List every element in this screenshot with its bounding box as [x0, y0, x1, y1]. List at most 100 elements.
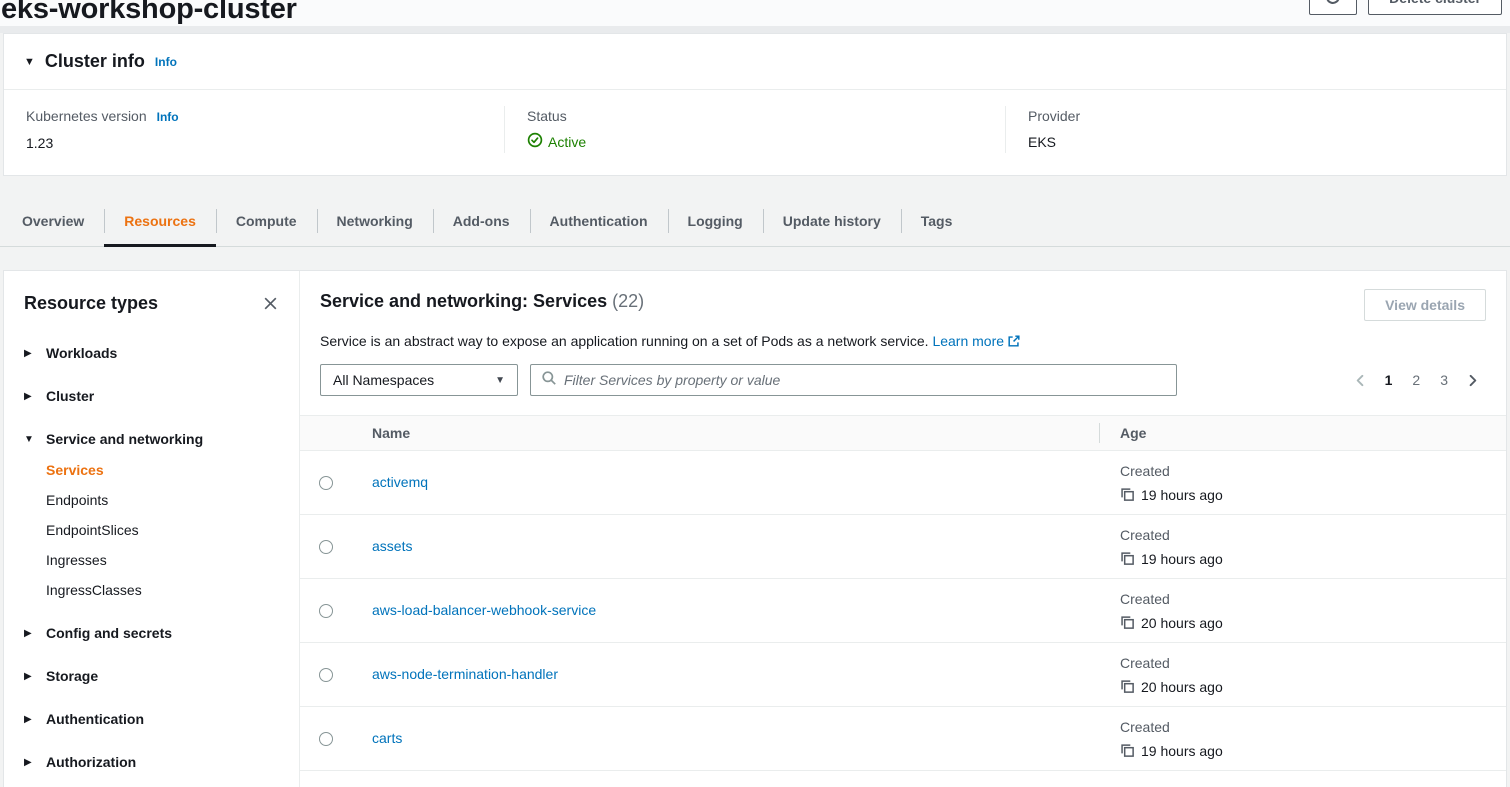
sidebar-group-config-and-secrets: ▶Config and secrets — [24, 623, 279, 643]
row-radio[interactable] — [319, 476, 333, 490]
row-radio[interactable] — [319, 732, 333, 746]
tab-logging[interactable]: Logging — [668, 196, 763, 246]
service-link-assets[interactable]: assets — [372, 538, 412, 554]
sidebar-group-cluster: ▶ Cluster — [24, 386, 279, 406]
triangle-right-icon: ▶ — [24, 757, 34, 768]
tab-resources[interactable]: Resources — [104, 196, 216, 246]
triangle-down-icon: ▼ — [24, 434, 34, 445]
sidebar-group-toggle-service-and-networking[interactable]: ▼Service and networking — [24, 429, 279, 449]
row-radio[interactable] — [319, 540, 333, 554]
created-label: Created — [1120, 717, 1506, 737]
field-kubernetes-version: Kubernetes version Info 1.23 — [4, 106, 504, 153]
triangle-right-icon: ▶ — [24, 391, 34, 402]
sidebar-group-toggle-workloads[interactable]: ▶Workloads — [24, 343, 279, 363]
service-link-carts[interactable]: carts — [372, 730, 402, 746]
sidebar-item-endpoints[interactable]: Endpoints — [46, 490, 279, 510]
tab-networking[interactable]: Networking — [317, 196, 433, 246]
chevron-down-icon: ▼ — [495, 375, 505, 386]
search-input[interactable] — [564, 372, 1166, 388]
sidebar-group-storage: ▶Storage — [24, 666, 279, 686]
kubernetes-version-info-link[interactable]: Info — [157, 107, 179, 127]
tab-compute[interactable]: Compute — [216, 196, 317, 246]
tab-tags[interactable]: Tags — [901, 196, 973, 246]
page-title: eks-workshop-cluster — [0, 0, 1510, 26]
cluster-info-header[interactable]: ▼ Cluster info Info — [4, 34, 1506, 90]
namespace-select[interactable]: All Namespaces ▼ — [320, 364, 518, 396]
row-radio[interactable] — [319, 604, 333, 618]
table-row: aws-node-termination-handler Created 20 ho… — [300, 643, 1506, 707]
created-label: Created — [1120, 461, 1506, 481]
page-3[interactable]: 3 — [1433, 370, 1455, 390]
row-radio-cell — [300, 476, 352, 490]
sidebar-group-toggle-authorization[interactable]: ▶Authorization — [24, 752, 279, 772]
cluster-info-info-link[interactable]: Info — [155, 55, 177, 69]
cluster-info-title: Cluster info — [45, 51, 145, 72]
page-1[interactable]: 1 — [1378, 370, 1400, 390]
row-name-cell: assets — [352, 538, 1120, 556]
table-row: assetsCreated19 hours ago — [300, 515, 1506, 579]
sidebar-item-ingresses[interactable]: Ingresses — [46, 550, 279, 570]
sidebar-item-services[interactable]: Services — [46, 460, 279, 480]
sidebar-group-toggle-authentication[interactable]: ▶Authentication — [24, 709, 279, 729]
learn-more-link[interactable]: Learn more — [932, 333, 1021, 349]
service-link-aws-node-termination-handler[interactable]: aws-node-termination-handler — [372, 666, 558, 682]
sidebar-item-ingressclasses[interactable]: IngressClasses — [46, 580, 279, 600]
namespace-select-value: All Namespaces — [333, 372, 434, 388]
tab-overview[interactable]: Overview — [2, 196, 104, 246]
cluster-info-card: ▼ Cluster info Info Kubernetes version I… — [3, 33, 1507, 176]
resources-panel: Resource types ▶Workloads▶Cluster▼Servic… — [3, 270, 1507, 787]
provider-label: Provider — [1028, 106, 1080, 126]
page-2[interactable]: 2 — [1405, 370, 1427, 390]
delete-cluster-button[interactable]: Delete cluster — [1368, 0, 1502, 15]
services-main-panel: Service and networking: Services (22) Vi… — [300, 271, 1506, 787]
sidebar-group-toggle-cluster[interactable]: ▶ Cluster — [24, 386, 279, 406]
close-icon[interactable] — [262, 295, 279, 312]
tab-add-ons[interactable]: Add-ons — [433, 196, 530, 246]
row-radio-cell — [300, 668, 352, 682]
services-table-header: Name Age — [300, 415, 1506, 451]
sidebar-group-workloads: ▶Workloads — [24, 343, 279, 363]
age-value: 19 hours ago — [1120, 549, 1506, 569]
next-page-icon[interactable] — [1461, 371, 1484, 390]
age-value: 19 hours ago — [1120, 485, 1506, 505]
age-value: 20 hours ago — [1120, 677, 1506, 697]
sidebar-group-label: Cluster — [46, 386, 94, 406]
table-row: Created — [300, 771, 1506, 787]
row-radio-cell — [300, 604, 352, 618]
header-divider — [0, 26, 1510, 33]
tab-update-history[interactable]: Update history — [763, 196, 901, 246]
services-table-body: activemqCreated19 hours agoassetsCreated… — [300, 451, 1506, 787]
sidebar-group-label: Storage — [46, 666, 98, 686]
search-box[interactable] — [530, 364, 1177, 396]
service-link-activemq[interactable]: activemq — [372, 474, 428, 490]
sidebar-group-toggle-storage[interactable]: ▶Storage — [24, 666, 279, 686]
collapse-triangle-icon[interactable]: ▼ — [24, 56, 35, 68]
filter-row: All Namespaces ▼ 123 — [320, 364, 1486, 396]
status-label: Status — [527, 106, 567, 126]
kubernetes-version-value: 1.23 — [26, 133, 482, 153]
sidebar-item-endpointslices[interactable]: EndpointSlices — [46, 520, 279, 540]
header-actions: Delete cluster — [1309, 0, 1502, 15]
search-icon — [541, 370, 557, 391]
eks-cluster-page: eks-workshop-cluster Delete cluster ▼ Cl… — [0, 0, 1510, 787]
view-details-button[interactable]: View details — [1364, 289, 1486, 321]
refresh-button[interactable] — [1309, 0, 1357, 15]
age-text: 19 hours ago — [1141, 741, 1223, 761]
triangle-right-icon: ▶ — [24, 714, 34, 725]
status-value: Active — [548, 134, 586, 150]
pagination: 123 — [1349, 370, 1486, 390]
sidebar-group-toggle-config-and-secrets[interactable]: ▶Config and secrets — [24, 623, 279, 643]
field-status: Status Active — [504, 106, 1005, 153]
external-link-icon — [1007, 334, 1021, 348]
column-header-name: Name — [352, 425, 1120, 441]
created-label: Created — [1120, 653, 1506, 673]
tab-authentication[interactable]: Authentication — [530, 196, 668, 246]
service-link-aws-load-balancer-webhook-service[interactable]: aws-load-balancer-webhook-service — [372, 602, 596, 618]
services-description: Service is an abstract way to expose an … — [320, 331, 1486, 351]
sidebar-group-label: Workloads — [46, 343, 117, 363]
row-radio-cell — [300, 540, 352, 554]
sidebar-group-label: Config and secrets — [46, 623, 172, 643]
resource-type-list: ▶Workloads▶Cluster▼Service and networkin… — [24, 343, 279, 772]
row-name-cell: aws-load-balancer-webhook-service — [352, 602, 1120, 620]
row-radio[interactable] — [319, 668, 333, 682]
